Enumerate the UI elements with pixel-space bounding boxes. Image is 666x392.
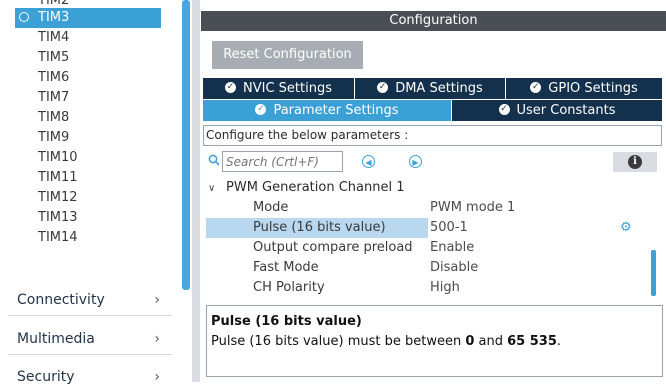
params-scrollbar[interactable] <box>651 250 656 296</box>
search-input[interactable] <box>222 151 343 172</box>
tree-item-tim7[interactable]: TIM7 <box>38 88 69 108</box>
tree-item-tim3-selected[interactable]: TIM3 <box>15 8 161 28</box>
category-multimedia[interactable]: Multimedia › <box>8 324 172 355</box>
description-panel: Pulse (16 bits value) Pulse (16 bits val… <box>206 305 663 377</box>
category-connectivity[interactable]: Connectivity › <box>8 285 172 316</box>
check-circle-icon: ✓ <box>255 104 267 115</box>
tab-label: GPIO Settings <box>548 81 638 96</box>
category-security[interactable]: Security › <box>8 362 172 392</box>
param-value[interactable]: High <box>430 278 460 298</box>
panel-divider[interactable] <box>192 0 200 382</box>
check-circle-icon: ✓ <box>530 82 542 93</box>
gear-icon[interactable]: ⚙ <box>620 221 634 235</box>
chevron-right-icon: ▶ <box>412 158 419 167</box>
param-name[interactable]: Mode <box>253 198 288 218</box>
info-icon: i <box>628 155 642 169</box>
tree-item-tim9[interactable]: TIM9 <box>38 128 69 148</box>
chevron-right-icon: › <box>154 292 160 308</box>
tree-item-tim11[interactable]: TIM11 <box>38 168 78 188</box>
param-name[interactable]: Fast Mode <box>253 258 319 278</box>
tree-item-tim13[interactable]: TIM13 <box>38 208 78 228</box>
tab-label: Parameter Settings <box>273 103 399 118</box>
tree-item-tim4[interactable]: TIM4 <box>38 28 69 48</box>
description-text: Pulse (16 bits value) must be between 0 … <box>211 334 562 349</box>
tree-item-tim10[interactable]: TIM10 <box>38 148 78 168</box>
search-icon <box>208 154 220 166</box>
chevron-down-icon: ∨ <box>208 183 216 194</box>
chevron-right-icon: › <box>154 331 160 347</box>
category-label: Security <box>17 369 75 385</box>
tree-item-tim8[interactable]: TIM8 <box>38 108 69 128</box>
chevron-left-icon: ◀ <box>365 158 372 167</box>
group-pwm-channel-1[interactable]: ∨ PWM Generation Channel 1 <box>208 179 404 197</box>
info-button[interactable]: i <box>613 152 657 172</box>
previous-result-button[interactable]: ◀ <box>362 155 375 168</box>
next-result-button[interactable]: ▶ <box>409 155 422 168</box>
check-circle-icon <box>19 12 29 22</box>
tree-item-tim5[interactable]: TIM5 <box>38 48 69 68</box>
tree-scrollbar[interactable] <box>182 0 190 290</box>
check-circle-icon: ✓ <box>225 82 236 93</box>
param-value[interactable]: Disable <box>430 258 478 278</box>
param-value[interactable]: Enable <box>430 238 474 258</box>
tab-parameter-settings[interactable]: ✓ Parameter Settings <box>203 100 452 121</box>
description-title: Pulse (16 bits value) <box>211 314 362 329</box>
tab-user-constants[interactable]: ✓ User Constants <box>452 100 663 121</box>
tree-item-tim12[interactable]: TIM12 <box>38 188 78 208</box>
tab-nvic-settings[interactable]: ✓ NVIC Settings <box>203 78 355 99</box>
param-name[interactable]: Pulse (16 bits value) <box>253 218 386 238</box>
param-value[interactable]: PWM mode 1 <box>430 198 515 218</box>
tab-label: NVIC Settings <box>243 81 332 96</box>
param-name[interactable]: Output compare preload <box>253 238 413 258</box>
category-label: Connectivity <box>17 292 105 308</box>
configuration-header: Configuration <box>201 11 666 31</box>
configure-hint: Configure the below parameters : <box>203 125 662 146</box>
tree-item-label: TIM3 <box>38 10 70 25</box>
check-circle-icon: ✓ <box>377 82 389 93</box>
tree-item-tim14[interactable]: TIM14 <box>38 228 78 248</box>
tab-gpio-settings[interactable]: ✓ GPIO Settings <box>506 78 663 99</box>
tab-label: DMA Settings <box>395 81 483 96</box>
param-value[interactable]: 500-1 <box>430 218 468 238</box>
group-title-label: PWM Generation Channel 1 <box>226 180 405 195</box>
category-label: Multimedia <box>17 331 95 347</box>
check-circle-icon: ✓ <box>498 104 510 115</box>
chevron-right-icon: › <box>154 369 160 385</box>
tree-item-tim6[interactable]: TIM6 <box>38 68 69 88</box>
param-name[interactable]: CH Polarity <box>253 278 325 298</box>
tab-label: User Constants <box>516 103 616 118</box>
tab-dma-settings[interactable]: ✓ DMA Settings <box>355 78 506 99</box>
reset-configuration-button[interactable]: Reset Configuration <box>212 41 363 69</box>
